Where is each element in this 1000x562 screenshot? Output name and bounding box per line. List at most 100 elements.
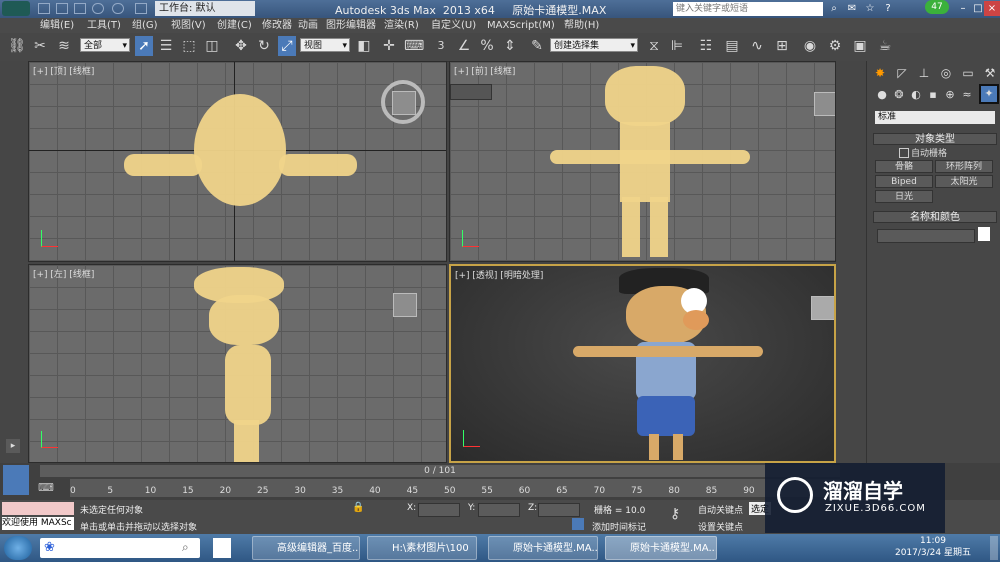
viewport-layout-icon[interactable] (3, 465, 29, 495)
maxscript-listener[interactable] (2, 502, 74, 515)
menu-help[interactable]: 帮助(H) (564, 18, 599, 33)
start-button-icon[interactable] (4, 536, 32, 560)
link-icon[interactable]: ⛓ (8, 36, 26, 56)
layer-manager-icon[interactable]: ☷ (697, 36, 715, 56)
object-color-swatch[interactable] (978, 227, 990, 241)
menu-animation[interactable]: 动画 (298, 18, 318, 33)
viewcube-icon[interactable] (392, 91, 416, 115)
angle-snap-icon[interactable]: ∠ (455, 36, 473, 56)
window-crossing-icon[interactable]: ◫ (203, 36, 221, 56)
undo-icon[interactable] (92, 3, 104, 14)
lock-selection-icon[interactable]: 🔒 (352, 502, 364, 513)
display-tab-icon[interactable]: ▭ (959, 65, 977, 81)
blank-file-icon[interactable] (213, 538, 231, 558)
viewport-label[interactable]: [+] [透视] [明暗处理] (455, 268, 543, 281)
key-icon[interactable]: ⚷ (670, 506, 680, 522)
move-icon[interactable]: ✥ (232, 36, 250, 56)
new-file-icon[interactable] (38, 3, 50, 14)
rect-selection-icon[interactable]: ⬚ (180, 36, 198, 56)
edit-named-selection-icon[interactable]: ✎ (528, 36, 546, 56)
taskbar-item-browser[interactable]: 高级编辑器_百度... (252, 536, 360, 560)
align-icon[interactable]: ⊫ (668, 36, 686, 56)
daylight-button[interactable]: 日光 (875, 190, 933, 203)
workspace-dropdown[interactable]: 工作台: 默认 (155, 1, 255, 16)
bones-button[interactable]: 骨骼 (875, 160, 933, 173)
notification-badge[interactable]: 47 (925, 0, 949, 14)
bind-space-warp-icon[interactable]: ≋ (55, 36, 73, 56)
rotate-icon[interactable]: ↻ (255, 36, 273, 56)
minimize-icon[interactable]: – (955, 1, 971, 16)
rendered-frame-icon[interactable]: ▣ (851, 36, 869, 56)
systems-icon[interactable]: ✦ (979, 84, 999, 104)
motion-tab-icon[interactable]: ◎ (937, 65, 955, 81)
snap-toggle[interactable]: 3 (432, 36, 450, 56)
menu-edit[interactable]: 编辑(E) (40, 18, 74, 33)
z-coordinate-input[interactable] (538, 503, 580, 517)
viewport-label[interactable]: [+] [前] [线框] (454, 64, 515, 77)
modify-tab-icon[interactable]: ◸ (893, 65, 911, 81)
spinner-snap-icon[interactable]: ⇕ (501, 36, 519, 56)
geometry-icon[interactable]: ● (875, 88, 889, 102)
category-dropdown[interactable]: 标准 (875, 111, 995, 124)
ring-array-button[interactable]: 环形阵列 (935, 160, 993, 173)
schematic-view-icon[interactable]: ⊞ (773, 36, 791, 56)
mini-curve-editor-icon[interactable]: ⌨ (38, 481, 54, 495)
viewcube-icon[interactable] (811, 296, 834, 320)
app-logo-icon[interactable] (2, 1, 30, 16)
biped-button[interactable]: Biped (875, 175, 933, 188)
expand-arrow-icon[interactable]: ▸ (6, 439, 20, 453)
material-editor-icon[interactable]: ◉ (801, 36, 819, 56)
manipulate-icon[interactable]: ✛ (380, 36, 398, 56)
project-folder-icon[interactable] (135, 3, 147, 14)
viewcube-icon[interactable] (814, 92, 835, 116)
search-icon[interactable]: ⌕ (182, 540, 189, 555)
y-coordinate-input[interactable] (478, 503, 520, 517)
viewport-label[interactable]: [+] [顶] [线框] (33, 64, 94, 77)
object-name-input[interactable] (877, 229, 975, 243)
redo-icon[interactable] (112, 3, 124, 14)
close-icon[interactable]: × (984, 1, 1000, 16)
menu-graph-editors[interactable]: 图形编辑器 (326, 18, 376, 33)
scale-icon[interactable]: ⤢ (278, 36, 296, 56)
menu-rendering[interactable]: 渲染(R) (384, 18, 419, 33)
reference-coordinate-dropdown[interactable]: 视图 (300, 38, 350, 53)
taskbar-item-max-2[interactable]: 原始卡通模型.MA... (605, 536, 717, 560)
x-coordinate-input[interactable] (418, 503, 460, 517)
keyboard-shortcut-icon[interactable]: ⌨ (404, 36, 424, 56)
system-clock[interactable]: 11:09 2017/3/24 星期五 (895, 535, 971, 559)
taskbar-item-folder[interactable]: H:\素材图片\100 (367, 536, 477, 560)
autogrid-checkbox[interactable] (899, 148, 909, 158)
pivot-center-icon[interactable]: ◧ (355, 36, 373, 56)
select-by-name-icon[interactable]: ☰ (157, 36, 175, 56)
viewcube-icon[interactable] (393, 293, 417, 317)
viewport-menu-button[interactable] (450, 84, 492, 100)
selection-filter-dropdown[interactable]: 全部 (80, 38, 130, 53)
viewport-perspective[interactable]: [+] [透视] [明暗处理] (449, 264, 836, 463)
time-slider[interactable]: 0 / 101 (40, 465, 840, 477)
render-production-icon[interactable]: ☕ (876, 36, 894, 56)
baidu-search-box[interactable]: ❀ ⌕ (40, 538, 200, 558)
select-object-icon[interactable]: ➚ (135, 36, 153, 56)
add-time-tag[interactable]: 添加时间标记 (592, 520, 646, 533)
menu-tools[interactable]: 工具(T) (87, 18, 121, 33)
menu-create[interactable]: 创建(C) (217, 18, 252, 33)
create-tab-icon[interactable]: ✸ (871, 65, 889, 81)
viewport-front[interactable]: [+] [前] [线框] (449, 61, 836, 262)
menu-views[interactable]: 视图(V) (171, 18, 206, 33)
percent-snap-icon[interactable]: % (478, 36, 496, 56)
save-icon[interactable] (74, 3, 86, 14)
render-setup-icon[interactable]: ⚙ (826, 36, 844, 56)
space-warps-icon[interactable]: ≈ (960, 88, 974, 102)
search-icon[interactable]: ⌕ (826, 1, 842, 16)
utilities-tab-icon[interactable]: ⚒ (981, 65, 999, 81)
open-file-icon[interactable] (56, 3, 68, 14)
menu-modifiers[interactable]: 修改器 (262, 18, 292, 33)
hierarchy-tab-icon[interactable]: ⊥ (915, 65, 933, 81)
set-key-button[interactable]: 设置关键点 (698, 520, 743, 533)
helpers-icon[interactable]: ⊕ (943, 88, 957, 102)
sunlight-button[interactable]: 太阳光 (935, 175, 993, 188)
name-color-rollout[interactable]: 名称和颜色 (873, 211, 997, 223)
communication-center-icon[interactable]: ✉ (844, 1, 860, 16)
shapes-icon[interactable]: ❂ (892, 88, 906, 102)
auto-key-button[interactable]: 自动关键点 (698, 503, 743, 516)
